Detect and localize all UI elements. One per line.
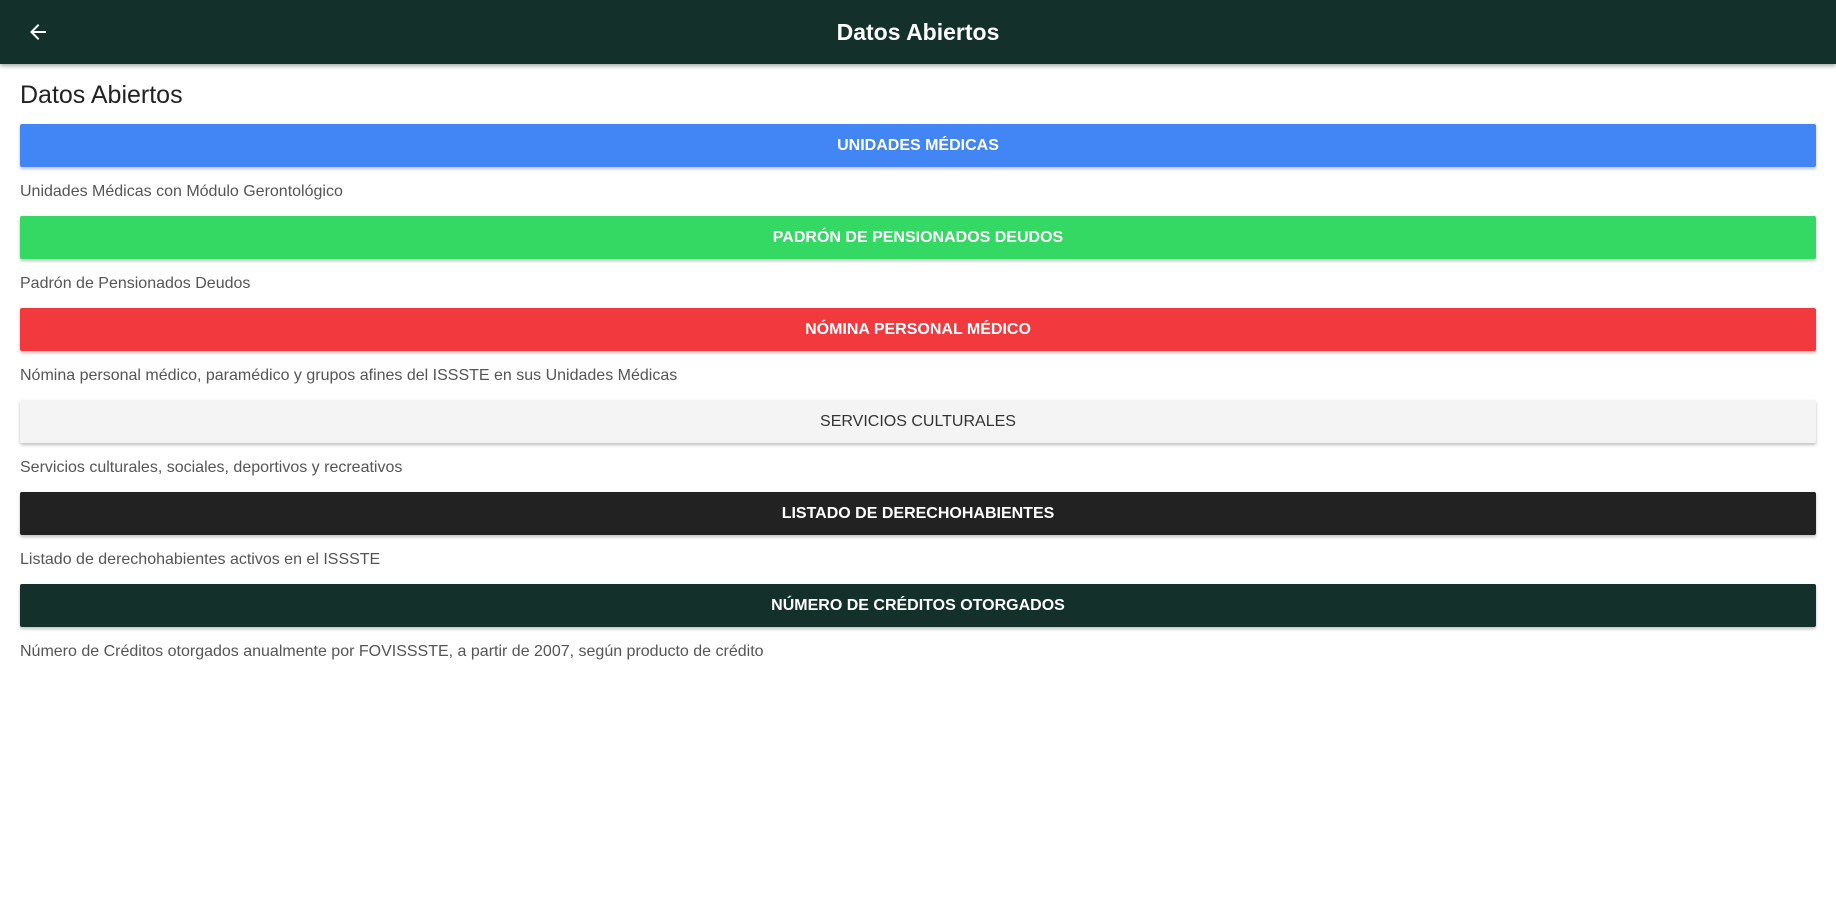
derechohabientes-description: Listado de derechohabientes activos en e… [20, 551, 381, 568]
dataset-padron-pensionados: PADRÓN DE PENSIONADOS DEUDOS Padrón de P… [20, 216, 1816, 294]
dataset-servicios-culturales: SERVICIOS CULTURALES Servicios culturale… [20, 400, 1816, 478]
creditos-otorgados-button[interactable]: NÚMERO DE CRÉDITOS OTORGADOS [20, 584, 1816, 627]
creditos-otorgados-description: Número de Créditos otorgados anualmente … [20, 643, 764, 660]
padron-pensionados-button[interactable]: PADRÓN DE PENSIONADOS DEUDOS [20, 216, 1816, 259]
unidades-medicas-button[interactable]: UNIDADES MÉDICAS [20, 124, 1816, 167]
servicios-culturales-description: Servicios culturales, sociales, deportiv… [20, 459, 403, 476]
arrow-left-icon [30, 24, 46, 40]
back-button[interactable] [18, 12, 58, 52]
main-content: Datos Abiertos UNIDADES MÉDICAS Unidades… [0, 64, 1836, 662]
app-bar-title: Datos Abiertos [836, 19, 1000, 45]
page-title: Datos Abiertos [20, 81, 183, 109]
padron-pensionados-description: Padrón de Pensionados Deudos [20, 275, 251, 292]
dataset-derechohabientes: LISTADO DE DERECHOHABIENTES Listado de d… [20, 492, 1816, 570]
dataset-creditos-otorgados: NÚMERO DE CRÉDITOS OTORGADOS Número de C… [20, 584, 1816, 662]
servicios-culturales-button[interactable]: SERVICIOS CULTURALES [20, 400, 1816, 443]
dataset-unidades-medicas: UNIDADES MÉDICAS Unidades Médicas con Mó… [20, 124, 1816, 202]
nomina-personal-button[interactable]: NÓMINA PERSONAL MÉDICO [20, 308, 1816, 351]
derechohabientes-button[interactable]: LISTADO DE DERECHOHABIENTES [20, 492, 1816, 535]
dataset-nomina-personal: NÓMINA PERSONAL MÉDICO Nómina personal m… [20, 308, 1816, 386]
app-bar: Datos Abiertos [0, 0, 1836, 64]
nomina-personal-description: Nómina personal médico, paramédico y gru… [20, 367, 678, 384]
unidades-medicas-description: Unidades Médicas con Módulo Gerontológic… [20, 183, 343, 200]
